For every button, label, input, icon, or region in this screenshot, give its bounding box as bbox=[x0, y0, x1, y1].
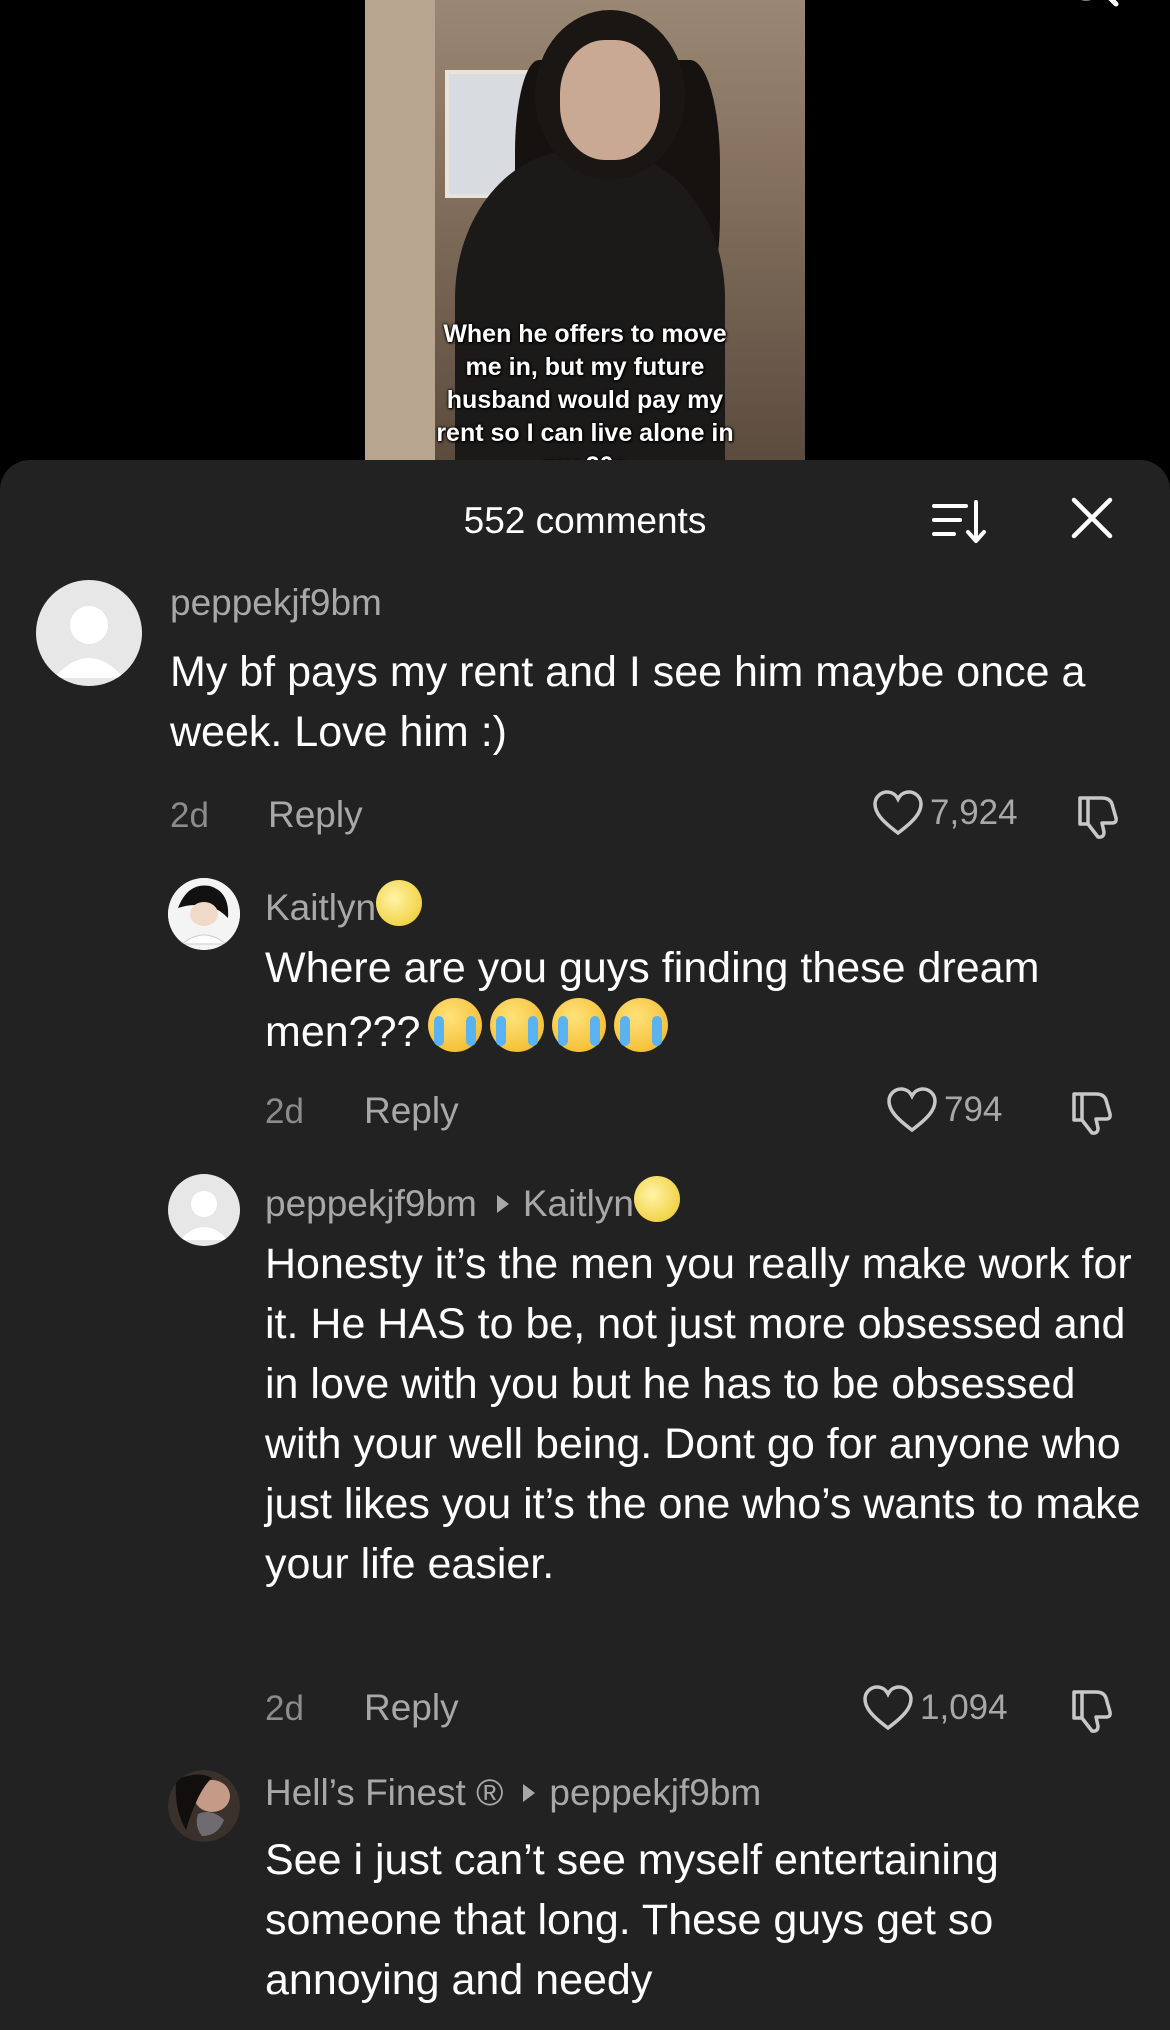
comment-username[interactable]: Hell’s Finest ® peppekjf9bm bbox=[265, 1772, 761, 1814]
video-area: When he offers to move me in, but my fut… bbox=[0, 0, 1170, 470]
default-avatar-icon bbox=[54, 606, 124, 678]
crying-face-emoji-icon bbox=[552, 998, 607, 1052]
comments-count-title: 552 comments bbox=[463, 500, 707, 541]
avatar[interactable] bbox=[168, 878, 240, 950]
crying-face-emoji-icon bbox=[490, 998, 545, 1052]
thumbs-down-icon[interactable] bbox=[1066, 1086, 1118, 1138]
avatar-image bbox=[168, 878, 240, 950]
reply-arrow-icon bbox=[523, 1784, 536, 1802]
comment-username-text: Hell’s Finest ® bbox=[265, 1772, 504, 1813]
comment-username[interactable]: peppekjf9bm bbox=[170, 582, 382, 624]
avatar[interactable] bbox=[36, 580, 142, 686]
avatar[interactable] bbox=[168, 1174, 240, 1246]
reply-to-username[interactable]: peppekjf9bm bbox=[549, 1772, 761, 1813]
thumbs-down-icon[interactable] bbox=[1066, 1684, 1118, 1736]
crying-face-emoji-icon bbox=[428, 998, 483, 1052]
comment-text: Honesty it’s the men you really make wor… bbox=[265, 1240, 1141, 1588]
video-thumbnail[interactable]: When he offers to move me in, but my fut… bbox=[365, 0, 805, 470]
reply-button[interactable]: Reply bbox=[364, 1687, 459, 1729]
crying-face-emoji-icon bbox=[614, 998, 669, 1052]
reply-button[interactable]: Reply bbox=[364, 1090, 459, 1132]
reply-arrow-icon bbox=[496, 1195, 509, 1213]
moon-face-emoji-icon bbox=[633, 1176, 680, 1222]
like-count: 794 bbox=[944, 1090, 1003, 1129]
moon-face-emoji-icon bbox=[376, 880, 423, 926]
reply-to-username[interactable]: Kaitlyn bbox=[523, 1183, 634, 1224]
heart-icon bbox=[873, 790, 923, 836]
comment-text: See i just can’t see myself entertaining… bbox=[265, 1836, 999, 2004]
comment-username-text: Kaitlyn bbox=[265, 887, 377, 928]
comment-time: 2d bbox=[170, 796, 209, 835]
video-caption: When he offers to move me in, but my fut… bbox=[436, 320, 734, 470]
like-button[interactable]: 794 bbox=[886, 1080, 1002, 1140]
comments-sheet: 552 comments peppekjf9bm My bf pays my r… bbox=[0, 460, 1170, 2030]
comment-username[interactable]: Kaitlyn bbox=[265, 880, 423, 929]
avatar-image bbox=[168, 1770, 240, 1842]
comment-username[interactable]: peppekjf9bm Kaitlyn bbox=[265, 1176, 680, 1225]
comment-text: My bf pays my rent and I see him maybe o… bbox=[170, 648, 1086, 756]
sort-icon[interactable] bbox=[930, 496, 990, 548]
thumbs-down-icon[interactable] bbox=[1072, 790, 1124, 842]
avatar[interactable] bbox=[168, 1770, 240, 1842]
video-person-face bbox=[560, 40, 660, 160]
close-icon[interactable] bbox=[1070, 496, 1114, 540]
comment-time: 2d bbox=[265, 1092, 304, 1131]
comment-time: 2d bbox=[265, 1689, 304, 1728]
like-button[interactable]: 1,094 bbox=[862, 1678, 1008, 1738]
heart-icon bbox=[863, 1685, 913, 1731]
default-avatar-icon bbox=[180, 1191, 228, 1240]
search-icon[interactable] bbox=[1060, 0, 1120, 14]
heart-icon bbox=[887, 1087, 937, 1133]
reply-button[interactable]: Reply bbox=[268, 794, 363, 836]
like-button[interactable]: 7,924 bbox=[872, 783, 1018, 843]
like-count: 7,924 bbox=[930, 793, 1018, 832]
comment-username-text: peppekjf9bm bbox=[265, 1183, 477, 1224]
like-count: 1,094 bbox=[920, 1688, 1008, 1727]
comment-text: Where are you guys finding these dream m… bbox=[265, 938, 1145, 1062]
